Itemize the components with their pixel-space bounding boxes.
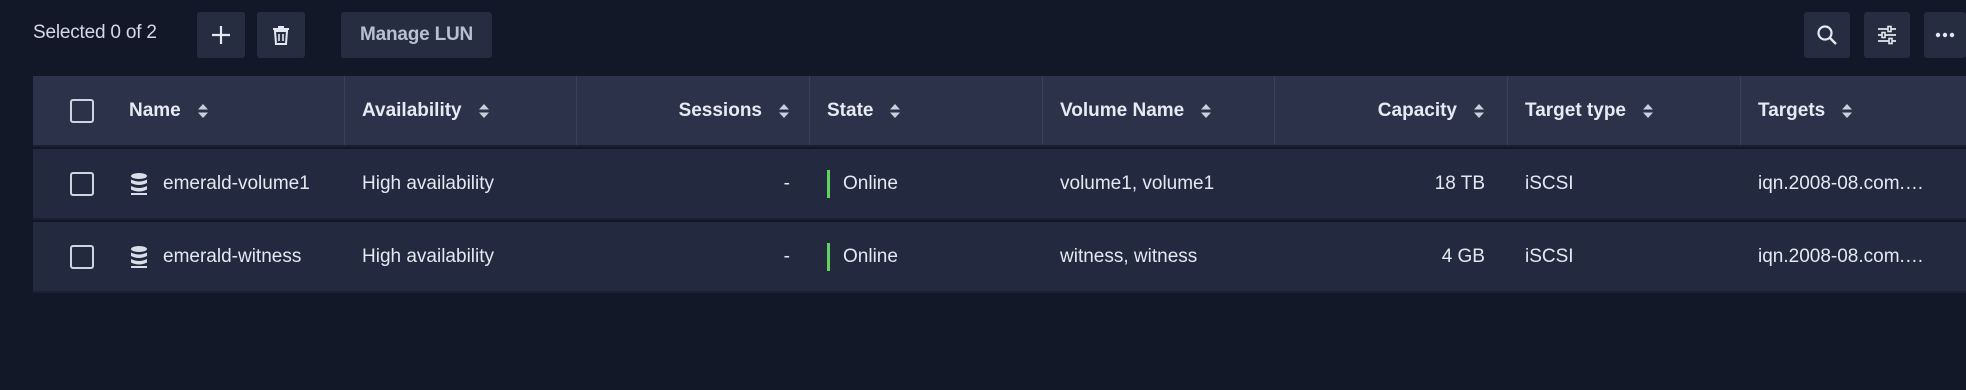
column-header-sessions[interactable]: Sessions	[576, 76, 790, 145]
availability-value: High availability	[362, 245, 495, 267]
availability-cell: High availability	[362, 222, 572, 291]
state-value: Online	[843, 172, 898, 194]
capacity-value: 4 GB	[1441, 245, 1485, 267]
state-cell: Online	[827, 222, 1027, 291]
column-label: Sessions	[678, 99, 762, 121]
column-header-availability[interactable]: Availability	[362, 76, 582, 145]
sort-icon[interactable]	[778, 103, 790, 119]
capacity-value: 18 TB	[1434, 172, 1485, 194]
row-checkbox[interactable]	[70, 244, 94, 269]
manage-lun-label: Manage LUN	[359, 24, 474, 45]
sort-icon[interactable]	[1473, 103, 1485, 119]
sessions-cell: -	[576, 149, 790, 218]
row-checkbox[interactable]	[70, 171, 94, 196]
sort-icon[interactable]	[478, 103, 490, 119]
database-icon	[131, 172, 147, 195]
column-header-targets[interactable]: Targets	[1758, 76, 1966, 145]
database-icon	[131, 245, 147, 268]
sort-icon[interactable]	[1841, 103, 1853, 119]
table-row[interactable]: emerald-volume1 High availability - Onli…	[33, 149, 1966, 220]
column-header-name[interactable]: Name	[129, 76, 369, 145]
delete-button[interactable]	[257, 12, 305, 58]
volume-name-cell: volume1, volume1	[1060, 149, 1270, 218]
capacity-cell: 4 GB	[1274, 222, 1485, 291]
target-type-value: iSCSI	[1525, 245, 1574, 267]
column-label: Volume Name	[1060, 99, 1185, 121]
availability-value: High availability	[362, 172, 495, 194]
column-divider[interactable]	[809, 76, 810, 145]
name-cell: emerald-witness	[129, 222, 344, 291]
column-label: Capacity	[1377, 99, 1457, 121]
column-label: State	[827, 99, 874, 121]
selection-count: Selected 0 of 2	[33, 22, 157, 43]
targets-cell: iqn.2008-08.com.…	[1758, 222, 1966, 291]
column-divider[interactable]	[1507, 76, 1508, 145]
row-select-cell	[70, 149, 100, 218]
add-button[interactable]	[197, 12, 245, 58]
filter-settings-button[interactable]	[1864, 12, 1910, 58]
plus-icon	[212, 26, 230, 44]
column-divider[interactable]	[344, 76, 345, 145]
lun-name[interactable]: emerald-volume1	[163, 173, 310, 195]
sort-icon[interactable]	[889, 103, 901, 119]
column-divider[interactable]	[1042, 76, 1043, 145]
column-divider[interactable]	[1740, 76, 1741, 145]
trash-icon	[273, 26, 289, 45]
row-select-cell	[70, 222, 100, 291]
target-type-value: iSCSI	[1525, 172, 1574, 194]
target-type-cell: iSCSI	[1525, 222, 1735, 291]
sort-icon[interactable]	[1642, 103, 1654, 119]
table-row[interactable]: emerald-witness High availability - Onli…	[33, 222, 1966, 293]
sort-icon[interactable]	[197, 103, 209, 119]
availability-cell: High availability	[362, 149, 572, 218]
targets-cell: iqn.2008-08.com.…	[1758, 149, 1966, 218]
column-header-capacity[interactable]: Capacity	[1274, 76, 1485, 145]
online-status-indicator	[827, 169, 830, 198]
sessions-value: -	[783, 172, 790, 194]
table-header-row: Name Availability Sessions State Volume …	[33, 76, 1966, 147]
online-status-indicator	[827, 242, 830, 271]
column-label: Targets	[1758, 99, 1826, 121]
volume-name-value: volume1, volume1	[1060, 172, 1215, 194]
lun-name[interactable]: emerald-witness	[163, 246, 301, 268]
sort-icon[interactable]	[1200, 103, 1212, 119]
column-header-state[interactable]: State	[827, 76, 1027, 145]
volume-name-cell: witness, witness	[1060, 222, 1270, 291]
state-cell: Online	[827, 149, 1027, 218]
state-value: Online	[843, 245, 898, 267]
select-all-cell	[70, 76, 100, 145]
more-options-button[interactable]	[1924, 12, 1966, 58]
filter-settings-icon	[1878, 25, 1896, 45]
sessions-value: -	[783, 245, 790, 267]
targets-value: iqn.2008-08.com.…	[1758, 245, 1924, 267]
column-header-target-type[interactable]: Target type	[1525, 76, 1740, 145]
capacity-cell: 18 TB	[1274, 149, 1485, 218]
volume-name-value: witness, witness	[1060, 245, 1198, 267]
select-all-checkbox[interactable]	[70, 98, 94, 123]
column-label: Target type	[1525, 99, 1627, 121]
column-label: Name	[129, 99, 181, 121]
target-type-cell: iSCSI	[1525, 149, 1735, 218]
targets-value: iqn.2008-08.com.…	[1758, 172, 1924, 194]
toolbar: Selected 0 of 2 Manage LUN	[0, 0, 1966, 70]
column-label: Availability	[362, 99, 462, 121]
name-cell: emerald-volume1	[129, 149, 344, 218]
column-header-volume-name[interactable]: Volume Name	[1060, 76, 1275, 145]
search-icon	[1817, 25, 1837, 45]
more-options-icon	[1935, 32, 1955, 38]
sessions-cell: -	[576, 222, 790, 291]
manage-lun-button[interactable]: Manage LUN	[341, 12, 492, 58]
search-button[interactable]	[1804, 12, 1850, 58]
